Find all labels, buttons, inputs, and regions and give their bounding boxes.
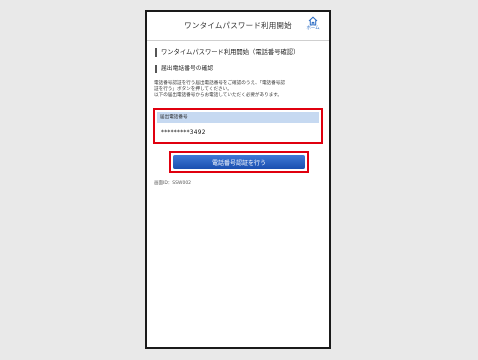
verify-phone-button[interactable]: 電話番号認証を行う — [173, 155, 305, 169]
app-title: ワンタイムパスワード利用開始 — [184, 21, 292, 30]
screen-id: 画面ID：SSW002 — [154, 181, 192, 186]
phone-number-value: *********3492 — [161, 130, 206, 136]
section-subtitle: 届出電話番号の確認 — [155, 65, 323, 73]
home-button[interactable]: ホーム — [303, 16, 323, 38]
page-title: ワンタイムパスワード利用開始（電話番号確認） — [155, 48, 323, 57]
registered-phone-field: 届出電話番号 *********3492 — [153, 108, 323, 144]
field-label: 届出電話番号 — [157, 112, 319, 123]
phone-screen: ワンタイムパスワード利用開始 ホーム ワンタイムパスワード利用開始（電話番号確認… — [145, 10, 331, 349]
instruction-text: 電話番号認証を行う届出電話番号をご確認のうえ、「電話番号認 証を行う」ボタンを押… — [154, 81, 326, 99]
app-header: ワンタイムパスワード利用開始 ホーム — [147, 12, 329, 41]
home-icon — [308, 16, 318, 26]
instruction-line: 以下の届出電話番号からお電話していただく必要があります。 — [154, 93, 283, 98]
verify-button-highlight: 電話番号認証を行う — [169, 151, 309, 173]
home-label: ホーム — [306, 26, 320, 31]
